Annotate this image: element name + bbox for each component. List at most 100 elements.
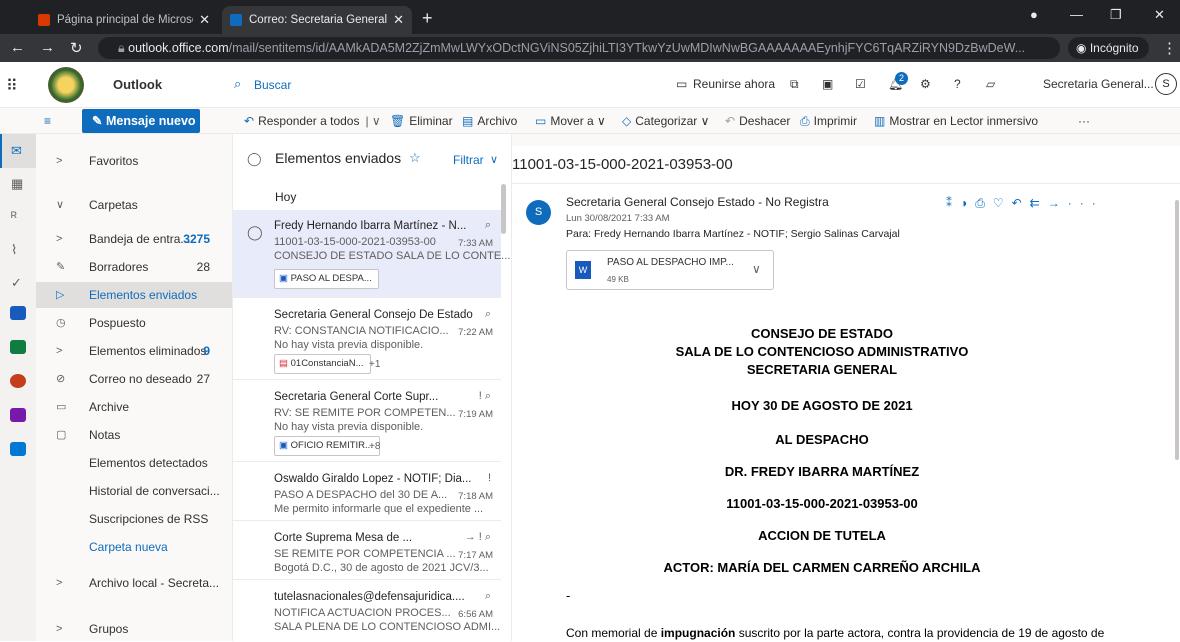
lock-icon: 🔒︎ xyxy=(118,41,129,55)
more-actions-icon[interactable]: ··· xyxy=(1078,114,1090,128)
maximize-icon[interactable]: ❐ xyxy=(1110,7,1122,23)
filter-button[interactable]: Filtrar xyxy=(453,153,484,167)
people-icon[interactable]: ᴿ xyxy=(11,209,17,224)
folder-deleted[interactable]: > Elementos eliminados 9 xyxy=(36,338,232,364)
calendar-icon[interactable]: ▦ xyxy=(11,176,23,192)
message-time: 7:18 AM xyxy=(458,491,493,502)
print-button[interactable]: ⎙ Imprimir xyxy=(800,114,857,129)
hamburger-icon[interactable]: ≡ xyxy=(44,114,51,128)
sender-name[interactable]: Secretaria General Consejo Estado - No R… xyxy=(566,195,829,209)
message-actions-icons[interactable]: ⁑◑⎙♡↶⇇→··· xyxy=(946,196,1104,211)
url-field[interactable]: 🔒︎ outlook.office.com/mail/sentitems/id/… xyxy=(98,37,1060,59)
new-tab-icon[interactable]: + xyxy=(422,8,433,29)
search-icon[interactable]: ⌕ xyxy=(234,76,241,92)
folder-snoozed[interactable]: ◷ Pospuesto xyxy=(36,310,232,336)
settings-icon[interactable]: ⚙ xyxy=(920,77,931,91)
pdf-file-icon: ▤ xyxy=(279,358,291,369)
back-icon[interactable]: ← xyxy=(10,39,25,56)
app-title[interactable]: Outlook xyxy=(113,77,162,92)
categorize-button[interactable]: ◇ Categorizar ∨ xyxy=(622,114,709,128)
folder-favorites[interactable]: > Favoritos xyxy=(36,148,232,174)
folder-junk[interactable]: ⊘ Correo no deseado 27 xyxy=(36,366,232,392)
list-scrollbar[interactable] xyxy=(501,184,506,234)
word-file-icon: W xyxy=(575,261,591,279)
onenote-app-icon[interactable] xyxy=(10,408,26,422)
excel-app-icon[interactable] xyxy=(10,340,26,354)
chevron-right-icon[interactable]: > xyxy=(56,570,62,596)
teams-icon[interactable]: ⧉ xyxy=(790,77,799,92)
powerpoint-app-icon[interactable] xyxy=(10,374,26,388)
close-icon[interactable]: ✕ xyxy=(393,12,404,28)
immersive-label: Mostrar en Lector inmersivo xyxy=(889,114,1039,128)
attachment-chip[interactable]: ▣ OFICIO REMITIR... xyxy=(274,436,380,456)
folder-detected[interactable]: Elementos detectados xyxy=(36,450,232,476)
folder-carpetas[interactable]: ∨ Carpetas xyxy=(36,192,232,218)
attachment-chip[interactable]: ▣ PASO AL DESPA... xyxy=(274,269,379,289)
folder-inbox[interactable]: > Bandeja de entra... 3275 xyxy=(36,226,232,252)
list-item[interactable]: Secretaria General Corte Supr... ! ⌕ RV:… xyxy=(233,381,501,462)
minimize-icon[interactable]: — xyxy=(1070,7,1083,22)
list-item[interactable]: Corte Suprema Mesa de ... → ! ⌕ SE REMIT… xyxy=(233,522,501,580)
todo-rail-icon[interactable]: ✓ xyxy=(11,275,22,291)
chevron-right-icon[interactable]: > xyxy=(56,148,62,174)
attachment-card[interactable]: W PASO AL DESPACHO IMP... 49 KB ∨ xyxy=(566,250,774,290)
tab-office-home[interactable]: Página principal de Microsoft Offi ✕ xyxy=(30,6,218,34)
incognito-badge[interactable]: ◉ Incógnito xyxy=(1068,37,1149,59)
avatar[interactable]: S xyxy=(1155,73,1177,95)
archive-button[interactable]: ▤ Archivo xyxy=(462,114,517,128)
list-item[interactable]: Oswaldo Giraldo Lopez - NOTIF; Dia... ! … xyxy=(233,463,501,521)
folder-drafts[interactable]: ✎ Borradores 28 xyxy=(36,254,232,280)
folder-local-archive[interactable]: > Archivo local - Secreta... xyxy=(36,570,232,596)
favorite-star-icon[interactable]: ☆ xyxy=(409,150,421,166)
folder-notes[interactable]: ▢ Notas xyxy=(36,422,232,448)
select-circle-icon[interactable]: ◯ xyxy=(247,225,263,239)
delete-button[interactable]: 🗑︎ Eliminar xyxy=(390,114,453,128)
reply-all-button[interactable]: ↶ Responder a todos | ∨ xyxy=(244,114,381,128)
chevron-right-icon[interactable]: > xyxy=(56,616,62,642)
immersive-reader-button[interactable]: ▥ Mostrar en Lector inmersivo xyxy=(874,114,1038,128)
todo-icon[interactable]: ☑ xyxy=(855,77,866,91)
chevron-down-icon[interactable]: ∨ xyxy=(752,262,761,276)
move-to-button[interactable]: ▭ Mover a ∨ xyxy=(535,114,606,128)
folder-rss[interactable]: Suscripciones de RSS xyxy=(36,506,232,532)
meet-now-button[interactable]: Reunirse ahora xyxy=(693,77,775,91)
archive-icon: ▭ xyxy=(56,401,67,413)
new-message-button[interactable]: ✎ Mensaje nuevo xyxy=(82,109,200,133)
app-launcher-icon[interactable]: ⠿ xyxy=(6,76,18,96)
new-folder-link[interactable]: Carpeta nueva xyxy=(36,534,232,560)
attach-icon[interactable]: ⌇ xyxy=(11,242,17,258)
window-close-icon[interactable]: ✕ xyxy=(1154,7,1165,23)
account-name[interactable]: Secretaria General... xyxy=(1043,77,1154,91)
word-icon[interactable]: ▣ xyxy=(822,77,833,91)
reload-icon[interactable]: ↻ xyxy=(70,39,83,57)
feedback-icon[interactable]: ▱ xyxy=(986,77,995,91)
close-icon[interactable]: ✕ xyxy=(199,12,210,28)
list-item[interactable]: Secretaria General Consejo De Estado ⌕ R… xyxy=(233,299,501,380)
chevron-down-icon[interactable]: ∨ xyxy=(56,192,64,218)
word-app-icon[interactable] xyxy=(10,306,26,320)
tab-outlook-mail[interactable]: Correo: Secretaria General Conse ✕ xyxy=(222,6,412,34)
profile-icon[interactable]: ● xyxy=(1030,7,1038,22)
menu-icon[interactable]: ⋮ xyxy=(1162,39,1177,57)
chevron-right-icon[interactable]: > xyxy=(56,338,62,364)
meet-now-icon: ▭ xyxy=(676,77,688,91)
undo-button[interactable]: ↶ Deshacer xyxy=(725,114,790,128)
select-all-icon[interactable]: ◯ xyxy=(247,151,262,167)
folder-archive[interactable]: ▭ Archive xyxy=(36,394,232,420)
list-item[interactable]: tutelasnacionales@defensajuridica.... ⌕ … xyxy=(233,581,501,641)
search-input[interactable]: Buscar xyxy=(254,78,291,92)
forward-icon[interactable]: → xyxy=(40,39,55,56)
folder-history[interactable]: Historial de conversaci... xyxy=(36,478,232,504)
avatar[interactable]: S xyxy=(526,200,551,225)
folder-sent[interactable]: ▷ Elementos enviados xyxy=(36,282,232,308)
chevron-right-icon[interactable]: > xyxy=(56,226,62,252)
reader-scrollbar[interactable] xyxy=(1175,200,1179,460)
attachment-chip[interactable]: ▤ 01ConstanciaN... xyxy=(274,354,371,374)
command-bar: ≡ ✎ Mensaje nuevo ↶ Responder a todos | ∨ … xyxy=(0,108,1180,134)
help-icon[interactable]: ? xyxy=(954,77,961,91)
todo-app-icon[interactable] xyxy=(10,442,26,456)
chevron-down-icon[interactable]: | ∨ xyxy=(365,114,380,128)
folder-groups[interactable]: > Grupos xyxy=(36,616,232,642)
new-message-label: Mensaje nuevo xyxy=(105,114,196,128)
list-item[interactable]: ◯ Fredy Hernando Ibarra Martínez - N... … xyxy=(233,210,510,298)
